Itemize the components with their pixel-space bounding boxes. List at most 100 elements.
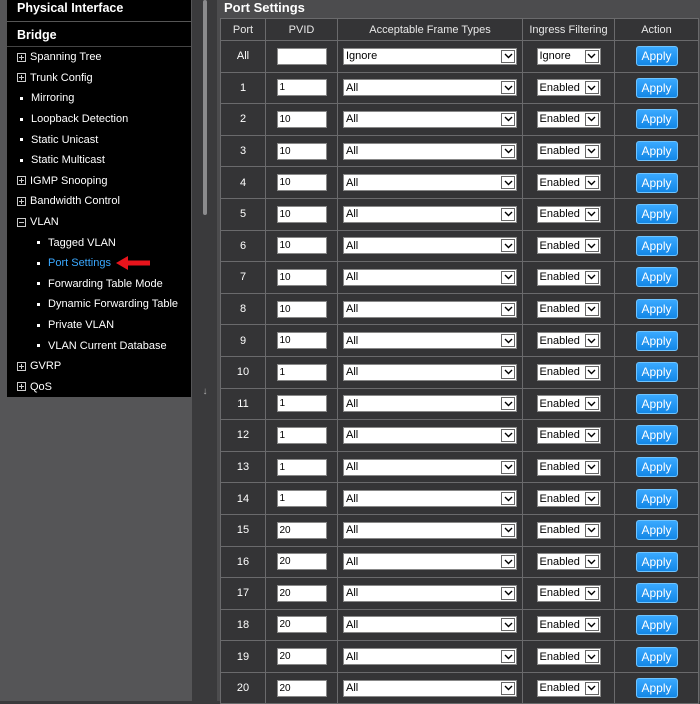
- pvid-input[interactable]: [276, 458, 327, 476]
- frame-types-select[interactable]: All: [343, 142, 517, 160]
- sidebar-item-static-unicast[interactable]: Static Unicast: [7, 129, 191, 150]
- sidebar-item-vlan[interactable]: VLAN: [7, 212, 191, 233]
- ingress-filtering-select[interactable]: Enabled: [536, 616, 601, 634]
- ingress-filtering-select[interactable]: Enabled: [536, 521, 601, 539]
- chevron-down-icon[interactable]: [584, 650, 599, 664]
- sidebar-item-spanning-tree[interactable]: Spanning Tree: [7, 47, 191, 68]
- ingress-filtering-select[interactable]: Enabled: [536, 458, 601, 476]
- sidebar-item-bandwidth-control[interactable]: Bandwidth Control: [7, 191, 191, 212]
- sidebar-item-igmp-snooping[interactable]: IGMP Snooping: [7, 171, 191, 192]
- ingress-filtering-select[interactable]: Enabled: [536, 584, 601, 602]
- expand-plus-icon[interactable]: [17, 73, 26, 83]
- ingress-filtering-select[interactable]: Enabled: [536, 332, 601, 350]
- frame-types-select[interactable]: All: [343, 174, 517, 192]
- chevron-down-icon[interactable]: [501, 460, 515, 474]
- pvid-input[interactable]: [276, 110, 327, 128]
- apply-button[interactable]: Apply: [635, 457, 678, 478]
- frame-types-select[interactable]: Ignore: [343, 47, 517, 65]
- frame-types-select[interactable]: All: [343, 553, 517, 571]
- expand-plus-icon[interactable]: [17, 361, 26, 371]
- apply-button[interactable]: Apply: [635, 77, 678, 98]
- expand-plus-icon[interactable]: [17, 382, 26, 392]
- frame-types-select[interactable]: All: [343, 300, 517, 318]
- chevron-down-icon[interactable]: [584, 112, 599, 126]
- ingress-filtering-select[interactable]: Enabled: [536, 268, 601, 286]
- expand-plus-icon[interactable]: [17, 176, 26, 186]
- pvid-input[interactable]: [276, 426, 327, 444]
- collapse-minus-icon[interactable]: [17, 217, 26, 227]
- frame-types-select[interactable]: All: [343, 79, 517, 97]
- sidebar-scrollbar-thumb[interactable]: [203, 0, 207, 215]
- chevron-down-icon[interactable]: [584, 207, 599, 221]
- chevron-down-icon[interactable]: [501, 397, 515, 411]
- sidebar-header-physical-interface[interactable]: Physical Interface: [7, 0, 191, 22]
- pvid-input[interactable]: [276, 648, 327, 666]
- frame-types-select[interactable]: All: [343, 679, 517, 697]
- chevron-down-icon[interactable]: [584, 239, 599, 253]
- pvid-input[interactable]: [276, 521, 327, 539]
- chevron-down-icon[interactable]: [501, 681, 515, 695]
- chevron-down-icon[interactable]: [584, 586, 599, 600]
- frame-types-select[interactable]: All: [343, 395, 517, 413]
- expand-plus-icon[interactable]: [17, 196, 26, 206]
- chevron-down-icon[interactable]: [584, 144, 599, 158]
- chevron-down-icon[interactable]: [501, 81, 515, 95]
- chevron-down-icon[interactable]: [584, 460, 599, 474]
- ingress-filtering-select[interactable]: Enabled: [536, 142, 601, 160]
- ingress-filtering-select[interactable]: Enabled: [536, 490, 601, 508]
- pvid-input[interactable]: [276, 395, 327, 413]
- apply-button[interactable]: Apply: [635, 583, 678, 604]
- sidebar-item-static-multicast[interactable]: Static Multicast: [7, 150, 191, 171]
- expand-plus-icon[interactable]: [17, 52, 26, 62]
- chevron-down-icon[interactable]: [501, 555, 515, 569]
- chevron-down-icon[interactable]: [501, 112, 515, 126]
- pvid-input[interactable]: [276, 268, 327, 286]
- chevron-down-icon[interactable]: [584, 176, 599, 190]
- ingress-filtering-select[interactable]: Enabled: [536, 110, 601, 128]
- apply-button[interactable]: Apply: [635, 678, 678, 699]
- frame-types-select[interactable]: All: [343, 490, 517, 508]
- apply-button[interactable]: Apply: [635, 330, 678, 351]
- pvid-input[interactable]: [276, 79, 327, 97]
- frame-types-select[interactable]: All: [343, 584, 517, 602]
- apply-button[interactable]: Apply: [635, 299, 678, 320]
- chevron-down-icon[interactable]: [501, 176, 515, 190]
- chevron-down-icon[interactable]: [584, 428, 599, 442]
- apply-button[interactable]: Apply: [635, 267, 678, 288]
- sidebar-item-vlan-current-database[interactable]: VLAN Current Database: [7, 335, 191, 356]
- scroll-down-arrow-icon[interactable]: ↓: [198, 385, 212, 399]
- chevron-down-icon[interactable]: [584, 302, 599, 316]
- pvid-input[interactable]: [276, 553, 327, 571]
- apply-button[interactable]: Apply: [635, 425, 678, 446]
- frame-types-select[interactable]: All: [343, 268, 517, 286]
- apply-button[interactable]: Apply: [635, 109, 678, 130]
- apply-button[interactable]: Apply: [635, 362, 678, 383]
- frame-types-select[interactable]: All: [343, 648, 517, 666]
- chevron-down-icon[interactable]: [501, 365, 515, 379]
- ingress-filtering-select[interactable]: Enabled: [536, 174, 601, 192]
- chevron-down-icon[interactable]: [584, 681, 599, 695]
- sidebar-item-tagged-vlan[interactable]: Tagged VLAN: [7, 232, 191, 253]
- ingress-filtering-select[interactable]: Enabled: [536, 679, 601, 697]
- pvid-input[interactable]: [276, 300, 327, 318]
- sidebar-item-private-vlan[interactable]: Private VLAN: [7, 315, 191, 336]
- apply-button[interactable]: Apply: [635, 520, 678, 541]
- sidebar-item-gvrp[interactable]: GVRP: [7, 356, 191, 377]
- chevron-down-icon[interactable]: [501, 586, 515, 600]
- frame-types-select[interactable]: All: [343, 110, 517, 128]
- chevron-down-icon[interactable]: [501, 618, 515, 632]
- chevron-down-icon[interactable]: [501, 239, 515, 253]
- chevron-down-icon[interactable]: [584, 523, 599, 537]
- sidebar-item-qos[interactable]: QoS: [7, 377, 191, 398]
- chevron-down-icon[interactable]: [501, 523, 515, 537]
- apply-button[interactable]: Apply: [635, 646, 678, 667]
- frame-types-select[interactable]: All: [343, 616, 517, 634]
- chevron-down-icon[interactable]: [584, 334, 599, 348]
- ingress-filtering-select[interactable]: Enabled: [536, 553, 601, 571]
- ingress-filtering-select[interactable]: Enabled: [536, 648, 601, 666]
- pvid-input[interactable]: [276, 332, 327, 350]
- pvid-input[interactable]: [276, 616, 327, 634]
- pvid-input[interactable]: [276, 142, 327, 160]
- chevron-down-icon[interactable]: [501, 334, 515, 348]
- pvid-input[interactable]: [276, 237, 327, 255]
